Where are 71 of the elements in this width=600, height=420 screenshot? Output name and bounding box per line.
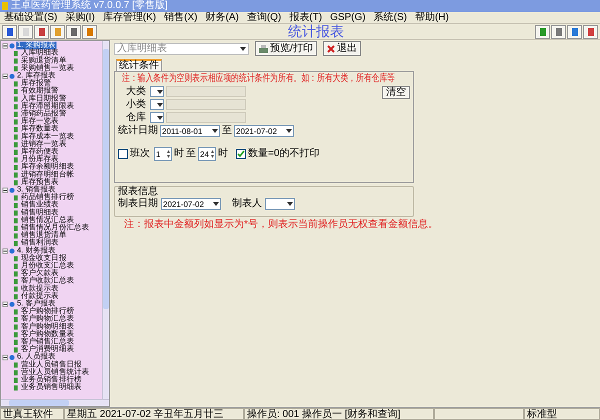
field-label: 小类 — [126, 100, 147, 110]
folder-icon — [9, 42, 15, 48]
folder-icon — [9, 354, 15, 360]
folder-icon — [9, 248, 15, 254]
dropdown-arrow-icon — [240, 46, 246, 50]
maker-dropdown[interactable] — [265, 198, 295, 210]
checkbox[interactable] — [236, 149, 246, 159]
menu-item[interactable]: 财务(A) — [205, 12, 239, 23]
clear-button[interactable]: 清空 — [382, 86, 410, 99]
to-label: 至 — [222, 126, 232, 136]
menu-item[interactable]: 帮助(H) — [414, 12, 449, 23]
dropdown-arrow-icon — [286, 129, 292, 133]
horizontal-scrollbar[interactable] — [1, 399, 109, 406]
dropdown-arrow-icon — [157, 116, 163, 120]
menu-item[interactable]: 基础设置(S) — [4, 12, 58, 23]
end-date-field[interactable]: 2021-07-02 — [234, 125, 294, 137]
dropdown-arrow-icon — [212, 129, 218, 133]
status-panel: 世真王软件 — [0, 408, 64, 420]
criteria-note: 注：输入条件为空则表示相应项的统计条件为所有。如：所有大类，所有仓库等 — [122, 74, 395, 84]
date-label: 制表日期 — [118, 199, 158, 209]
field-label: 大类 — [126, 86, 147, 96]
printer-icon — [259, 44, 268, 52]
expander[interactable] — [2, 354, 8, 360]
vertical-scrollbar[interactable] — [102, 41, 109, 399]
field-label: 仓库 — [126, 112, 147, 122]
field-dropdown[interactable] — [150, 99, 164, 110]
expander[interactable] — [2, 187, 8, 193]
menu-item[interactable]: GSP(G) — [330, 12, 366, 23]
skip-zero-label: 数量=0的不打印 — [248, 149, 320, 159]
menu-item[interactable]: 报表(T) — [289, 12, 322, 23]
start-hour-spinner[interactable]: 1 — [154, 147, 172, 161]
field-dropdown[interactable] — [150, 86, 164, 97]
print-button[interactable]: 预览/打印 — [255, 41, 317, 56]
close-icon — [326, 44, 335, 52]
expander[interactable] — [2, 248, 8, 254]
menu-item[interactable]: 查询(Q) — [246, 12, 282, 23]
status-panel: 星期五 2021-07-02 辛丑年五月廿三 — [64, 408, 244, 420]
expander[interactable] — [2, 301, 8, 307]
date-label: 统计日期 — [118, 126, 158, 136]
folder-icon — [9, 301, 15, 307]
expander[interactable] — [2, 42, 8, 48]
hour-unit: 时 — [218, 149, 228, 159]
report-title: 统计报表 — [288, 24, 344, 39]
maker-label: 制表人 — [232, 199, 262, 209]
menu-item[interactable]: 系统(S) — [374, 12, 407, 23]
exit-button[interactable]: 退出 — [322, 41, 361, 56]
hour-unit: 时 — [174, 149, 184, 159]
start-date-field[interactable]: 2011-08-01 — [160, 125, 220, 137]
criteria-tab[interactable]: 统计条件 — [116, 59, 162, 71]
app-icon — [2, 2, 8, 10]
dropdown-arrow-icon — [157, 102, 163, 106]
report-date-field[interactable]: 2021-07-02 — [161, 198, 221, 210]
dropdown-arrow-icon — [287, 202, 293, 206]
folder-icon — [9, 187, 15, 193]
expander[interactable] — [2, 73, 8, 79]
shift-label: 班次 — [130, 149, 150, 159]
report-info-title: 报表信息 — [118, 187, 158, 197]
folder-icon — [9, 73, 15, 79]
field-dropdown[interactable] — [150, 112, 164, 123]
end-hour-spinner[interactable]: 24 — [198, 147, 216, 161]
dropdown-arrow-icon — [213, 202, 219, 206]
menu-item[interactable]: 采购(I) — [65, 12, 95, 23]
status-panel: 操作员: 001 操作员一 [财务和查询] — [244, 408, 434, 420]
menu-item[interactable]: 库存管理(K) — [102, 12, 156, 23]
to-label: 至 — [186, 149, 196, 159]
dropdown-arrow-icon — [157, 90, 163, 94]
status-panel: 标准型 — [524, 408, 600, 420]
footer-note: 注：报表中金额列如显示为*号，则表示当前操作员无权查看金额信息。 — [124, 220, 439, 230]
report-selector[interactable]: 入库明细表 — [114, 42, 249, 54]
checkbox[interactable] — [118, 149, 128, 159]
menu-item[interactable]: 销售(X) — [164, 12, 198, 23]
